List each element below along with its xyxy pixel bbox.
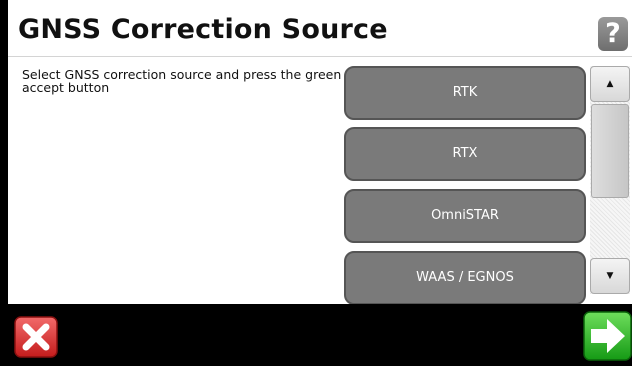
screen: GNSS Correction Source ? Select GNSS cor… xyxy=(0,0,632,366)
header-divider xyxy=(8,56,632,57)
page-title: GNSS Correction Source xyxy=(18,14,388,45)
cancel-button[interactable] xyxy=(14,316,58,358)
arrow-up-icon: ▲ xyxy=(606,79,614,89)
scrollbar[interactable]: ▲ ▼ xyxy=(590,66,630,294)
scroll-up-button[interactable]: ▲ xyxy=(590,66,630,102)
option-rtx[interactable]: RTX xyxy=(344,127,586,181)
scroll-down-button[interactable]: ▼ xyxy=(590,258,630,294)
option-waas-egnos[interactable]: WAAS / EGNOS xyxy=(344,251,586,304)
correction-source-list: RTK RTX OmniSTAR WAAS / EGNOS xyxy=(344,66,588,304)
instruction-text: Select GNSS correction source and press … xyxy=(22,67,342,95)
main-panel: GNSS Correction Source ? Select GNSS cor… xyxy=(8,0,632,304)
arrow-down-icon: ▼ xyxy=(606,271,614,281)
option-rtk[interactable]: RTK xyxy=(344,66,586,120)
scroll-thumb[interactable] xyxy=(591,104,629,198)
x-icon xyxy=(14,316,58,358)
accept-button[interactable] xyxy=(583,311,632,361)
help-button[interactable]: ? xyxy=(598,17,628,51)
option-omnistar[interactable]: OmniSTAR xyxy=(344,189,586,243)
arrow-right-icon xyxy=(583,311,632,361)
